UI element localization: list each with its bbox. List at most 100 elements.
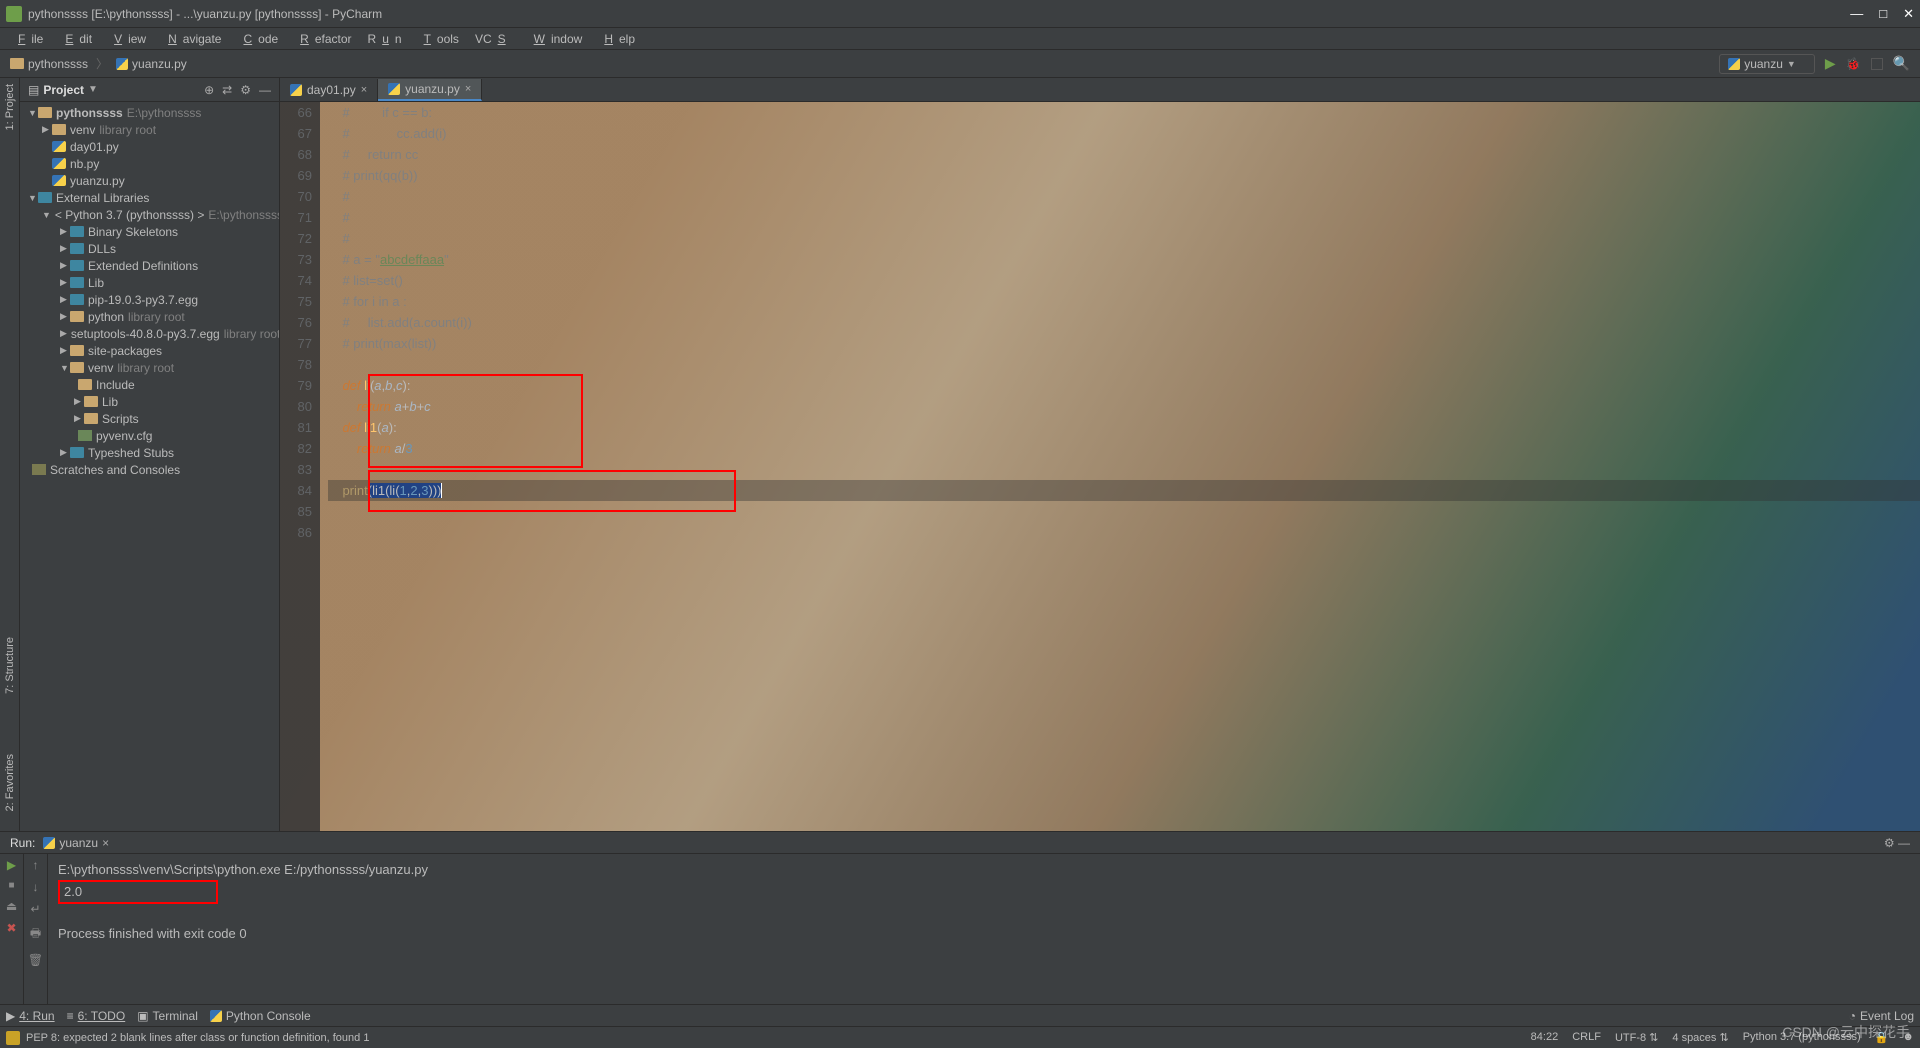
sidebar-tab-favorites[interactable]: 2: Favorites <box>4 754 16 811</box>
status-indent[interactable]: 4 spaces ⇅ <box>1672 1031 1728 1044</box>
tree-lib[interactable]: ▶Extended Definitions <box>20 257 279 274</box>
titlebar: pythonssss [E:\pythonssss] - ...\yuanzu.… <box>0 0 1920 28</box>
breadcrumb-file[interactable]: yuanzu.py <box>132 57 187 71</box>
gear-icon[interactable]: ⚙ <box>240 83 251 97</box>
eof-button[interactable]: ⏏ <box>6 899 17 913</box>
editor-tab-active[interactable]: yuanzu.py× <box>378 79 482 101</box>
run-tool-window: Run: yuanzu × ⚙ ― ▶ ■ ⏏ ✖ ↑ ↓ ↵ 🖶 🗑 E:\p… <box>0 831 1920 1026</box>
tree-external[interactable]: ▼External Libraries <box>20 189 279 206</box>
search-icon[interactable]: 🔍 <box>1893 55 1910 72</box>
tree-item[interactable]: ▶Scripts <box>20 410 279 427</box>
run-tab-name[interactable]: yuanzu <box>59 836 98 850</box>
menu-run[interactable]: Run <box>362 30 408 48</box>
menu-window[interactable]: Window <box>522 30 589 48</box>
tree-venv[interactable]: ▶venvlibrary root <box>20 121 279 138</box>
menu-file[interactable]: File <box>6 30 49 48</box>
close-button[interactable]: ✕ <box>1903 6 1914 22</box>
console-exit: Process finished with exit code 0 <box>58 924 1910 944</box>
rerun-button[interactable]: ▶ <box>7 858 16 872</box>
tree-setuptools[interactable]: ▶setuptools-40.8.0-py3.7.egglibrary root <box>20 325 279 342</box>
python-icon <box>43 837 55 849</box>
locate-icon[interactable]: ⊕ <box>204 83 214 97</box>
sidebar-tab-structure[interactable]: 7: Structure <box>4 637 16 694</box>
menu-view[interactable]: View <box>102 30 152 48</box>
tree-file[interactable]: day01.py <box>20 138 279 155</box>
down-icon[interactable]: ↓ <box>33 880 39 894</box>
tree-pythonlr[interactable]: ▶pythonlibrary root <box>20 308 279 325</box>
up-icon[interactable]: ↑ <box>33 858 39 872</box>
tool-eventlog[interactable]: ◔ Event Log <box>1849 1009 1914 1023</box>
close-tab-icon[interactable]: × <box>361 84 367 96</box>
project-panel-label[interactable]: Project <box>43 83 84 97</box>
menu-edit[interactable]: Edit <box>53 30 98 48</box>
python-file-icon <box>388 83 400 95</box>
stop-button[interactable] <box>1871 58 1883 70</box>
editor-area: day01.py× yuanzu.py× 6667686970717273747… <box>280 78 1920 831</box>
menu-code[interactable]: Code <box>231 30 284 48</box>
print-icon[interactable]: 🖶 <box>30 924 41 945</box>
app-icon <box>6 6 22 22</box>
run-left-toolbar2: ↑ ↓ ↵ 🖶 🗑 <box>24 854 48 1004</box>
trash-icon[interactable]: 🗑 <box>28 953 43 967</box>
tree-scratches[interactable]: Scratches and Consoles <box>20 461 279 478</box>
tree-file[interactable]: nb.py <box>20 155 279 172</box>
tree-item[interactable]: ▶Lib <box>20 393 279 410</box>
sidebar-tab-project[interactable]: 1: Project <box>4 84 16 130</box>
menu-help[interactable]: Help <box>592 30 641 48</box>
project-panel: ▤ Project ▼ ⊕ ⇄ ⚙ ― ▼pythonssssE:\python… <box>20 78 280 831</box>
tree-python37[interactable]: ▼< Python 3.7 (pythonssss) >E:\pythonsss… <box>20 206 279 223</box>
project-view-icon: ▤ <box>28 83 39 97</box>
run-header: Run: yuanzu × ⚙ ― <box>0 832 1920 854</box>
tree-root[interactable]: ▼pythonssssE:\pythonssss <box>20 104 279 121</box>
tree-item[interactable]: Include <box>20 376 279 393</box>
navbar: pythonssss 〉 yuanzu.py yuanzu ▼ ▶ 🐞 🔍 <box>0 50 1920 78</box>
console-result: 2.0 <box>58 880 218 904</box>
hide-icon[interactable]: ― <box>259 83 271 97</box>
status-crlf[interactable]: CRLF <box>1572 1031 1601 1044</box>
status-message: PEP 8: expected 2 blank lines after clas… <box>26 1032 369 1044</box>
tree-lib[interactable]: ▶Lib <box>20 274 279 291</box>
tree-lib[interactable]: ▶DLLs <box>20 240 279 257</box>
code-editor[interactable]: 6667686970717273747576777879808182838485… <box>280 102 1920 831</box>
run-config-selector[interactable]: yuanzu ▼ <box>1719 54 1815 74</box>
warning-icon[interactable] <box>6 1031 20 1045</box>
minimize-button[interactable]: ― <box>1850 6 1863 22</box>
tree-typeshed[interactable]: ▶Typeshed Stubs <box>20 444 279 461</box>
run-body: ▶ ■ ⏏ ✖ ↑ ↓ ↵ 🖶 🗑 E:\pythonssss\venv\Scr… <box>0 854 1920 1004</box>
tool-terminal[interactable]: ▣ Terminal <box>137 1009 198 1023</box>
breadcrumb-root[interactable]: pythonssss <box>28 57 88 71</box>
menu-refactor[interactable]: Refactor <box>288 30 357 48</box>
wrap-icon[interactable]: ↵ <box>30 902 40 916</box>
exit-button[interactable]: ✖ <box>6 921 16 935</box>
code-content[interactable]: # if c == b: # cc.add(i) # return cc # p… <box>320 102 1920 831</box>
project-panel-header: ▤ Project ▼ ⊕ ⇄ ⚙ ― <box>20 78 279 102</box>
bottom-toolbar: ▶ 4: Run ≡ 6: TODO ▣ Terminal Python Con… <box>0 1004 1920 1026</box>
tree-file[interactable]: yuanzu.py <box>20 172 279 189</box>
menu-tools[interactable]: Tools <box>412 30 465 48</box>
project-tree[interactable]: ▼pythonssssE:\pythonssss ▶venvlibrary ro… <box>20 102 279 831</box>
tool-run[interactable]: ▶ 4: Run <box>6 1009 55 1023</box>
collapse-icon[interactable]: ⇄ <box>222 83 232 97</box>
tree-pyvenv[interactable]: pyvenv.cfg <box>20 427 279 444</box>
chevron-down-icon[interactable]: ▼ <box>88 84 98 95</box>
gear-icon[interactable]: ⚙ ― <box>1884 836 1910 850</box>
close-tab-icon[interactable]: × <box>465 83 471 95</box>
tree-sitepkg[interactable]: ▶site-packages <box>20 342 279 359</box>
menu-navigate[interactable]: Navigate <box>156 30 227 48</box>
editor-tab[interactable]: day01.py× <box>280 79 378 101</box>
main-area: 1: Project 7: Structure 2: Favorites ▤ P… <box>0 78 1920 831</box>
tree-lib[interactable]: ▶pip-19.0.3-py3.7.egg <box>20 291 279 308</box>
tree-lib[interactable]: ▶Binary Skeletons <box>20 223 279 240</box>
run-button[interactable]: ▶ <box>1825 55 1836 72</box>
status-pos[interactable]: 84:22 <box>1531 1031 1559 1044</box>
console-output[interactable]: E:\pythonssss\venv\Scripts\python.exe E:… <box>48 854 1920 1004</box>
maximize-button[interactable]: □ <box>1879 6 1887 22</box>
tool-pyconsole[interactable]: Python Console <box>210 1009 311 1023</box>
stop-run-button[interactable]: ■ <box>8 880 14 891</box>
menu-vcs[interactable]: VCS <box>469 30 518 48</box>
close-run-tab-icon[interactable]: × <box>102 836 109 850</box>
status-enc[interactable]: UTF-8 ⇅ <box>1615 1031 1658 1044</box>
tree-venv2[interactable]: ▼venvlibrary root <box>20 359 279 376</box>
debug-button[interactable]: 🐞 <box>1846 57 1861 71</box>
tool-todo[interactable]: ≡ 6: TODO <box>67 1009 126 1023</box>
